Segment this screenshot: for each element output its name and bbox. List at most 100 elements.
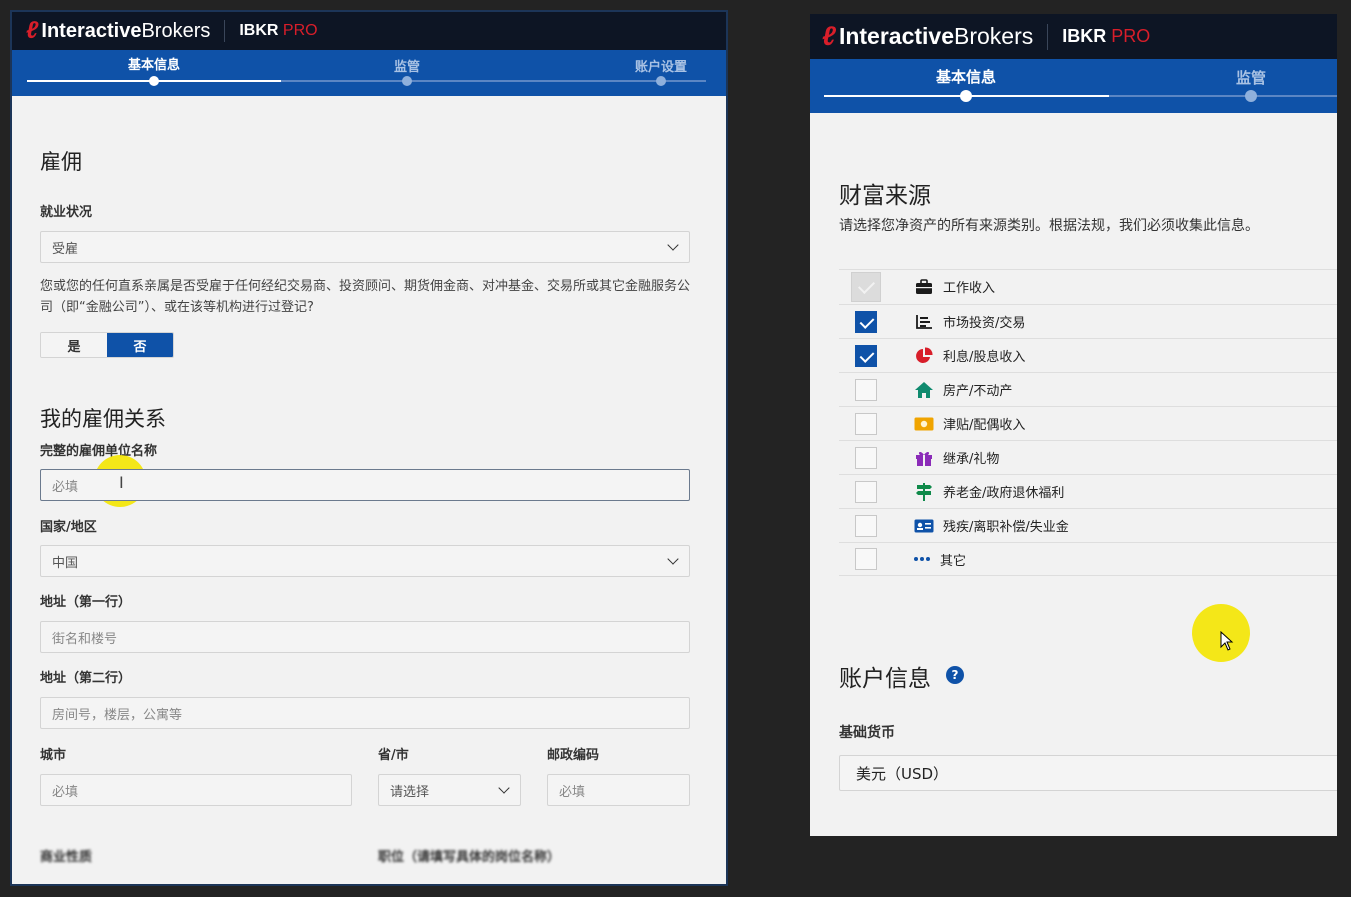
chevron-down-icon bbox=[667, 553, 679, 565]
step-dot-basic-info bbox=[149, 76, 159, 86]
step-dot-basic-info bbox=[960, 90, 972, 102]
id-card-icon bbox=[913, 516, 935, 536]
affiliation-toggle: 是 否 bbox=[40, 332, 174, 358]
wealth-source-label: 残疾/离职补偿/失业金 bbox=[943, 520, 1069, 535]
step-account-setup[interactable]: 账户设置 bbox=[635, 56, 687, 75]
province-label: 省/市 bbox=[378, 748, 409, 763]
wealth-source-label: 养老金/政府退休福利 bbox=[943, 486, 1065, 501]
product-label: IBKR bbox=[1062, 26, 1107, 46]
postal-code-input[interactable]: 必填 bbox=[547, 774, 690, 806]
employment-section-title: 雇佣 bbox=[40, 150, 82, 174]
address1-label: 地址（第一行） bbox=[40, 595, 132, 610]
wealth-source-row[interactable]: 房产/不动产 bbox=[839, 372, 1337, 406]
account-info-title: 账户信息 bbox=[839, 666, 931, 692]
wealth-source-label: 房产/不动产 bbox=[943, 384, 1013, 399]
app-header: ℓ Interactive Brokers IBKR PRO bbox=[12, 12, 726, 50]
wealth-source-panel: ℓ Interactive Brokers IBKR PRO 基本信息 监管 财… bbox=[810, 14, 1337, 836]
wealth-source-label: 津贴/配偶收入 bbox=[943, 418, 1026, 433]
checkbox-disabled bbox=[851, 271, 881, 302]
ibkr-logo: ℓ Interactive Brokers bbox=[26, 17, 210, 45]
my-employment-section-title: 我的雇佣关系 bbox=[40, 407, 166, 431]
wealth-source-row[interactable]: 工作收入 bbox=[839, 269, 1337, 303]
chart-icon bbox=[913, 312, 935, 332]
wealth-source-row[interactable]: 残疾/离职补偿/失业金 bbox=[839, 508, 1337, 542]
province-value: 请选择 bbox=[390, 784, 430, 800]
wealth-source-title: 财富来源 bbox=[839, 183, 931, 209]
checkbox-unchecked[interactable] bbox=[855, 378, 877, 401]
employer-name-label: 完整的雇佣单位名称 bbox=[40, 444, 158, 459]
country-label: 国家/地区 bbox=[40, 520, 97, 535]
country-value: 中国 bbox=[52, 555, 79, 571]
address2-label: 地址（第二行） bbox=[40, 671, 132, 686]
step-basic-info[interactable]: 基本信息 bbox=[128, 54, 180, 73]
logo-mark-icon: ℓ bbox=[26, 17, 39, 44]
logo-text-interactive: Interactive bbox=[838, 23, 954, 49]
ibkr-logo: ℓ Interactive Brokers bbox=[822, 21, 1033, 52]
step-dot-regulatory bbox=[1245, 90, 1257, 102]
mouse-pointer-icon bbox=[1220, 631, 1234, 651]
product-name: IBKR PRO bbox=[1062, 26, 1150, 47]
checkbox-unchecked[interactable] bbox=[855, 412, 877, 435]
wealth-source-row[interactable]: 利息/股息收入 bbox=[839, 338, 1337, 372]
briefcase-icon bbox=[913, 277, 935, 297]
address1-input[interactable]: 街名和楼号 bbox=[40, 621, 690, 653]
base-currency-label: 基础货币 bbox=[839, 725, 895, 741]
product-label: IBKR bbox=[239, 22, 279, 39]
gift-icon bbox=[913, 448, 935, 468]
money-icon bbox=[913, 414, 935, 434]
step-dot-account-setup bbox=[656, 76, 666, 86]
address2-placeholder: 房间号，楼层，公寓等 bbox=[52, 707, 183, 723]
checkbox-unchecked[interactable] bbox=[855, 514, 877, 537]
no-button[interactable]: 否 bbox=[107, 333, 173, 357]
wealth-source-row[interactable]: 其它 bbox=[839, 542, 1337, 576]
city-placeholder: 必填 bbox=[52, 784, 79, 800]
wealth-source-label: 市场投资/交易 bbox=[943, 316, 1026, 331]
employer-name-input[interactable]: 必填 I bbox=[40, 469, 690, 501]
logo-text-brokers: Brokers bbox=[141, 19, 211, 42]
product-suffix: PRO bbox=[282, 22, 318, 39]
affiliation-question: 您或您的任何直系亲属是否受雇于任何经纪交易商、投资顾问、期货佣金商、对冲基金、交… bbox=[40, 279, 691, 315]
yes-button[interactable]: 是 bbox=[41, 333, 107, 357]
pie-icon bbox=[913, 346, 935, 366]
house-icon bbox=[913, 380, 935, 400]
address2-input[interactable]: 房间号，楼层，公寓等 bbox=[40, 697, 690, 729]
employment-status-value: 受雇 bbox=[52, 241, 79, 257]
header-divider bbox=[1047, 23, 1049, 50]
step-dot-regulatory bbox=[402, 76, 412, 86]
employment-form-panel: ℓ Interactive Brokers IBKR PRO 基本信息 监管 账… bbox=[12, 12, 726, 884]
step-basic-info[interactable]: 基本信息 bbox=[936, 66, 996, 87]
wealth-source-description: 请选择您净资产的所有来源类别。根据法规，我们必须收集此信息。 bbox=[839, 218, 1259, 234]
checkbox-unchecked[interactable] bbox=[855, 446, 877, 469]
chevron-down-icon bbox=[498, 782, 510, 794]
wealth-source-label: 继承/礼物 bbox=[943, 452, 1000, 467]
postal-code-label: 邮政编码 bbox=[547, 748, 600, 763]
progress-stepper: 基本信息 监管 bbox=[810, 59, 1337, 113]
more-icon bbox=[911, 549, 933, 569]
text-cursor-icon: I bbox=[119, 473, 124, 492]
checkbox-unchecked[interactable] bbox=[855, 548, 877, 570]
postal-code-placeholder: 必填 bbox=[559, 784, 586, 800]
employment-status-select[interactable]: 受雇 bbox=[40, 231, 690, 263]
checkbox-unchecked[interactable] bbox=[855, 480, 877, 503]
wealth-source-row[interactable]: 养老金/政府退休福利 bbox=[839, 474, 1337, 508]
logo-mark-icon: ℓ bbox=[822, 21, 836, 51]
step-regulatory[interactable]: 监管 bbox=[1236, 67, 1266, 88]
address1-placeholder: 街名和楼号 bbox=[52, 631, 118, 647]
help-icon[interactable]: ? bbox=[946, 666, 964, 684]
employer-name-placeholder: 必填 bbox=[52, 479, 79, 495]
wealth-source-row[interactable]: 市场投资/交易 bbox=[839, 304, 1337, 338]
step-regulatory[interactable]: 监管 bbox=[394, 56, 420, 75]
header-divider bbox=[224, 20, 226, 42]
wealth-source-row[interactable]: 继承/礼物 bbox=[839, 440, 1337, 474]
wealth-source-row[interactable]: 津贴/配偶收入 bbox=[839, 406, 1337, 440]
country-select[interactable]: 中国 bbox=[40, 545, 690, 577]
logo-text-brokers: Brokers bbox=[954, 23, 1034, 49]
base-currency-select[interactable]: 美元（USD） bbox=[839, 755, 1337, 791]
checkbox-checked[interactable] bbox=[855, 344, 877, 367]
wealth-source-label: 其它 bbox=[940, 553, 967, 569]
province-select[interactable]: 请选择 bbox=[378, 774, 521, 806]
city-label: 城市 bbox=[40, 748, 67, 763]
progress-stepper: 基本信息 监管 账户设置 bbox=[12, 50, 726, 96]
checkbox-checked[interactable] bbox=[855, 310, 877, 333]
city-input[interactable]: 必填 bbox=[40, 774, 352, 806]
